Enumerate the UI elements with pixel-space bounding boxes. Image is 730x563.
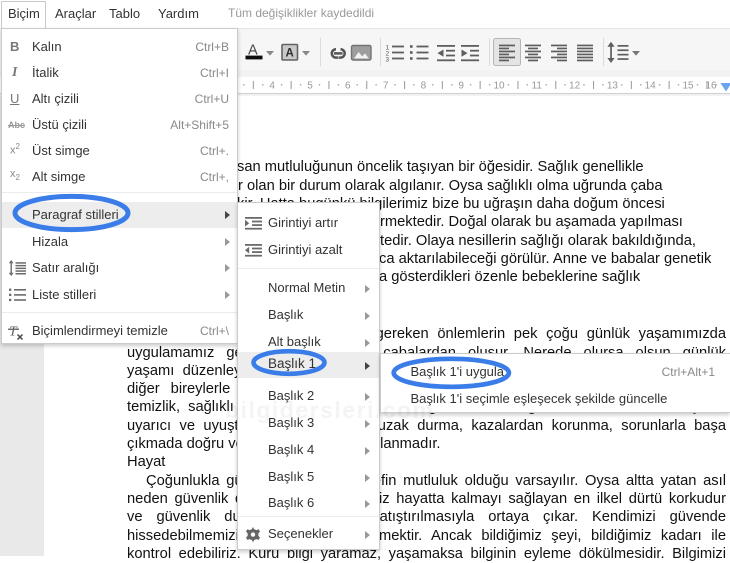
svg-text:T: T [9,325,18,340]
svg-text:14: 14 [645,81,657,92]
svg-text:8: 8 [421,81,427,92]
svg-text:4: 4 [269,81,275,92]
svg-text:13: 13 [607,81,619,92]
svg-text:12: 12 [569,81,581,92]
svg-text:9: 9 [458,81,464,92]
svg-text:3: 3 [386,57,390,64]
svg-text:11: 11 [532,81,543,92]
svg-text:7: 7 [383,81,389,92]
svg-text:10: 10 [493,81,505,92]
svg-text:5: 5 [307,81,313,92]
svg-text:A: A [286,48,294,60]
svg-text:6: 6 [345,81,351,92]
svg-text:15: 15 [682,81,694,92]
